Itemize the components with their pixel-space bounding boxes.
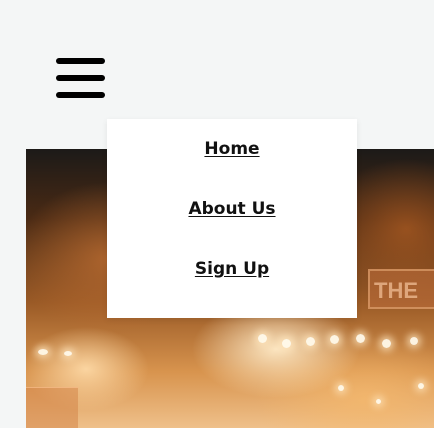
nav-dropdown-menu: Home About Us Sign Up xyxy=(107,119,357,318)
stage-light xyxy=(418,383,424,389)
hamburger-menu-icon[interactable] xyxy=(56,56,106,102)
stage-light xyxy=(258,334,267,343)
stage-light xyxy=(38,349,48,355)
stage-light xyxy=(382,339,391,348)
nav-link-about-us[interactable]: About Us xyxy=(107,199,357,219)
stage-light xyxy=(64,351,72,356)
hamburger-bar-top xyxy=(56,58,105,64)
nav-link-home[interactable]: Home xyxy=(107,139,357,159)
stage-light xyxy=(410,337,418,345)
stage-light xyxy=(306,337,315,346)
nav-link-sign-up[interactable]: Sign Up xyxy=(107,259,357,279)
stage-light xyxy=(330,335,339,344)
stage-light xyxy=(376,399,381,404)
page: THE Home About Us Sign Up xyxy=(0,0,434,428)
hamburger-bar-bottom xyxy=(56,92,105,98)
stage-light xyxy=(356,334,365,343)
stage-light xyxy=(338,385,344,391)
stage-light xyxy=(282,339,291,348)
hero-foreground-block xyxy=(26,387,78,428)
hamburger-bar-middle xyxy=(56,75,105,81)
hero-sign: THE xyxy=(368,269,434,309)
